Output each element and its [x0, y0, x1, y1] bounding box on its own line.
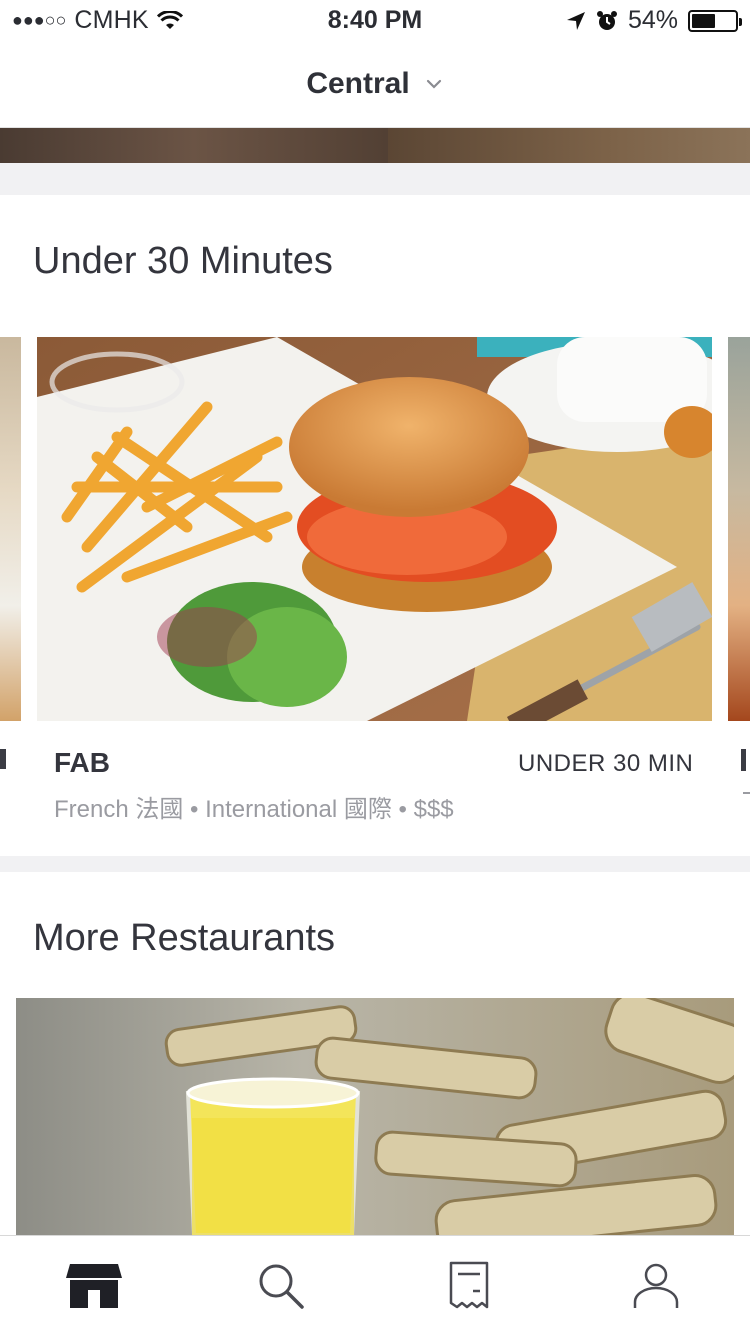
- user-icon: [633, 1263, 678, 1308]
- search-icon: [259, 1264, 304, 1309]
- alarm-icon: [596, 10, 617, 30]
- location-selector[interactable]: Central: [0, 40, 750, 128]
- tab-orders[interactable]: [375, 1236, 562, 1334]
- chevron-down-icon: [426, 79, 441, 89]
- next-card-meta: [743, 792, 750, 794]
- previous-card-name: [0, 749, 6, 769]
- food-photo: [37, 337, 712, 721]
- tab-account[interactable]: [562, 1236, 749, 1334]
- drink-photo: [16, 998, 734, 1235]
- restaurant-card-image[interactable]: [37, 337, 712, 721]
- previous-card-image[interactable]: [0, 337, 21, 721]
- restaurant-carousel[interactable]: FAB UNDER 30 MIN French 法國 • Internation…: [0, 337, 750, 837]
- section-title-under-30: Under 30 Minutes: [33, 240, 333, 282]
- store-icon: [65, 1263, 122, 1308]
- status-bar: ●●●○○ CMHK 8:40 PM 54%: [0, 0, 750, 40]
- restaurant-image[interactable]: [16, 998, 734, 1235]
- receipt-icon: [449, 1261, 488, 1308]
- section-title-more-restaurants: More Restaurants: [33, 917, 336, 959]
- banner-image-right: [388, 128, 750, 163]
- battery-icon: [688, 9, 742, 32]
- section-divider: [0, 163, 750, 195]
- battery-percent: 54%: [627, 6, 678, 34]
- banner-image-left: [0, 128, 388, 163]
- location-title: Central: [306, 66, 410, 100]
- next-card-name: [741, 749, 750, 771]
- delivery-eta: UNDER 30 MIN: [518, 750, 694, 777]
- next-card-image[interactable]: [728, 337, 750, 721]
- featured-banner-image[interactable]: [0, 128, 750, 163]
- status-right: 54%: [566, 6, 742, 35]
- tab-bar: [0, 1235, 750, 1334]
- location-arrow-icon: [566, 11, 585, 30]
- battery-fill: [692, 13, 715, 28]
- tab-restaurants[interactable]: [0, 1236, 187, 1334]
- section-divider: [0, 856, 750, 872]
- restaurant-meta: French 法國 • International 國際 • $$$: [54, 796, 454, 823]
- restaurant-name[interactable]: FAB: [54, 747, 110, 779]
- tab-search[interactable]: [187, 1236, 374, 1334]
